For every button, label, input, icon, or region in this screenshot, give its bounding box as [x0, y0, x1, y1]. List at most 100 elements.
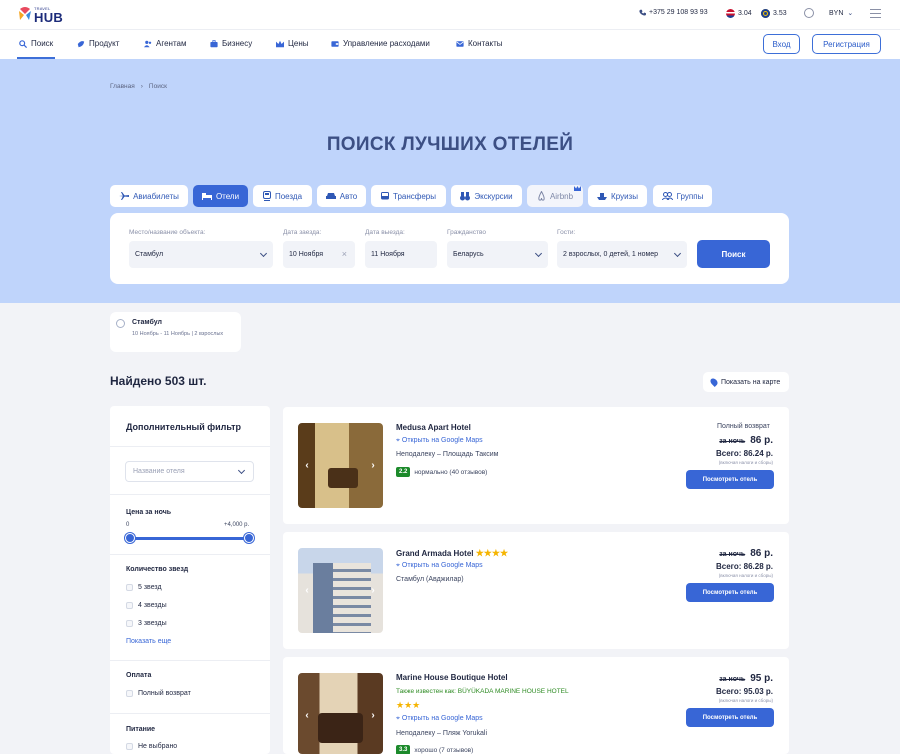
nav-product[interactable]: Продукт: [77, 39, 119, 48]
clear-icon[interactable]: ×: [342, 249, 347, 259]
meals-none-checkbox[interactable]: [126, 743, 133, 750]
full-refund-checkbox[interactable]: [126, 690, 133, 697]
menu-icon[interactable]: [870, 9, 881, 18]
google-maps-link[interactable]: ⌖ Открыть на Google Maps: [396, 562, 483, 570]
view-hotel-button[interactable]: Посмотреть отель: [686, 583, 774, 602]
stars-4-checkbox[interactable]: [126, 602, 133, 609]
filter-panel: [110, 406, 270, 754]
show-more-link[interactable]: Показать еще: [126, 638, 171, 645]
hotel-photo[interactable]: ‹ ›: [298, 673, 383, 754]
hotel-name[interactable]: Grand Armada Hotel: [396, 549, 474, 558]
tax-note: (включая налоги и сборы): [718, 573, 773, 578]
tab-hotels-label: Отели: [215, 191, 240, 201]
hotel-rating: 3.3 хорошо (7 отзывов): [396, 745, 473, 754]
price-slider-min-handle[interactable]: [125, 533, 135, 543]
breadcrumb-home[interactable]: Главная: [110, 83, 135, 90]
divider: [110, 446, 270, 447]
view-hotel-button[interactable]: Посмотреть отель: [686, 470, 774, 489]
tab-cars[interactable]: Авто: [317, 185, 366, 207]
meals-filter-title: Питание: [126, 726, 156, 733]
nav-search[interactable]: Поиск: [19, 39, 53, 48]
google-maps-link[interactable]: ⌖ Открыть на Google Maps: [396, 715, 483, 723]
hotel-name[interactable]: Medusa Apart Hotel: [396, 423, 471, 432]
nav-prices[interactable]: Цены: [276, 39, 309, 48]
nav-prices-label: Цены: [288, 39, 309, 48]
hotel-name-row: Grand Armada Hotel ★★★★: [396, 548, 508, 559]
google-maps-link[interactable]: ⌖ Открыть на Google Maps: [396, 437, 483, 445]
register-button[interactable]: Регистрация: [812, 34, 881, 54]
tab-groups[interactable]: Группы: [653, 185, 712, 207]
stars-5-label: 5 звезд: [138, 584, 162, 591]
nav-contacts[interactable]: Контакты: [456, 39, 503, 48]
currency-select[interactable]: BYN ⌄: [829, 9, 853, 17]
price-min: 0: [126, 522, 130, 528]
refund-policy: Полный возврат: [717, 423, 770, 430]
citizenship-select[interactable]: Беларусь: [447, 241, 548, 268]
tab-transfers-label: Трансферы: [393, 191, 436, 201]
per-night-label: за ночь: [719, 438, 746, 445]
leaf-icon: [77, 40, 85, 47]
price-slider-max-handle[interactable]: [244, 533, 254, 543]
nav-agents[interactable]: Агентам: [144, 39, 186, 48]
hotel-location: Неподалеку – Пляж Yorukali: [396, 730, 488, 737]
show-on-map-button[interactable]: Показать на карте: [703, 372, 789, 392]
users-icon: [144, 40, 152, 47]
eur-rate-value: 3.53: [773, 10, 787, 17]
logo-text: HUB: [34, 10, 64, 25]
price-max: +4,000 р.: [224, 522, 250, 528]
wallet-icon: [331, 40, 339, 47]
stars-5-checkbox[interactable]: [126, 584, 133, 591]
bus-icon: [381, 191, 389, 199]
nav-expenses[interactable]: Управление расходами: [331, 39, 430, 48]
tab-flights[interactable]: Авиабилеты: [110, 185, 188, 207]
checkin-date-field[interactable]: 10 Ноября ×: [283, 241, 355, 268]
language-globe-icon[interactable]: [804, 8, 814, 18]
next-photo-arrow-icon[interactable]: ›: [368, 586, 378, 596]
place-select[interactable]: Стамбул: [129, 241, 273, 268]
recent-search-details: 10 Ноябрь - 11 Ноябрь | 2 взрослых: [132, 331, 224, 337]
group-icon: [661, 192, 673, 200]
next-photo-arrow-icon[interactable]: ›: [368, 711, 378, 721]
phone-number[interactable]: +375 29 108 93 93: [639, 9, 708, 16]
stars-3-checkbox[interactable]: [126, 620, 133, 627]
checkout-date-field[interactable]: 11 Ноября: [365, 241, 437, 268]
breadcrumb-separator: ›: [140, 83, 143, 90]
prev-photo-arrow-icon[interactable]: ‹: [302, 586, 312, 596]
tab-transfers[interactable]: Трансферы: [371, 185, 446, 207]
results-count: Найдено 503 шт.: [110, 374, 207, 388]
prev-photo-arrow-icon[interactable]: ‹: [302, 461, 312, 471]
price-slider-track[interactable]: [130, 537, 249, 540]
hotel-photo[interactable]: ‹ ›: [298, 423, 383, 508]
nav-contacts-label: Контакты: [468, 39, 503, 48]
travel-hub-logo[interactable]: TRAVEL HUB: [16, 4, 66, 25]
hotel-name-select[interactable]: Название отеля: [125, 461, 254, 482]
place-value: Стамбул: [135, 251, 164, 258]
tab-excursions[interactable]: Экскурсии: [451, 185, 522, 207]
tab-cruises[interactable]: Круизы: [588, 185, 647, 207]
tab-trains[interactable]: Поезда: [253, 185, 312, 207]
login-button[interactable]: Вход: [763, 34, 800, 54]
tab-groups-label: Группы: [676, 191, 704, 201]
tab-airbnb-label: Airbnb: [549, 191, 574, 201]
usd-rate: 3.04: [726, 9, 752, 18]
checkin-label: Дата заезда:: [283, 229, 322, 236]
nav-product-label: Продукт: [89, 39, 120, 48]
view-hotel-button[interactable]: Посмотреть отель: [686, 708, 774, 727]
guests-select[interactable]: 2 взрослых, 0 детей, 1 номер: [557, 241, 687, 268]
tab-hotels[interactable]: Отели: [193, 185, 248, 207]
nav-business[interactable]: Бизнесу: [210, 39, 252, 48]
clock-icon: [116, 319, 125, 328]
prev-photo-arrow-icon[interactable]: ‹: [302, 711, 312, 721]
place-label: Место/название объекта:: [129, 229, 206, 236]
next-photo-arrow-icon[interactable]: ›: [368, 461, 378, 471]
search-button[interactable]: Поиск: [697, 240, 770, 268]
phone-text: +375 29 108 93 93: [649, 9, 708, 16]
recent-search-card[interactable]: Стамбул 10 Ноябрь - 11 Ноябрь | 2 взросл…: [110, 312, 241, 352]
google-maps-label: Открыть на Google Maps: [401, 562, 483, 569]
meals-none-label: Не выбрано: [138, 743, 178, 750]
hotel-name[interactable]: Marine House Boutique Hotel: [396, 673, 508, 682]
price-value: 95 р.: [750, 673, 773, 684]
hotel-location: Неподалеку – Площадь Таксим: [396, 451, 499, 458]
hotel-photo[interactable]: ‹ ›: [298, 548, 383, 633]
usd-flag-icon: [726, 9, 735, 18]
